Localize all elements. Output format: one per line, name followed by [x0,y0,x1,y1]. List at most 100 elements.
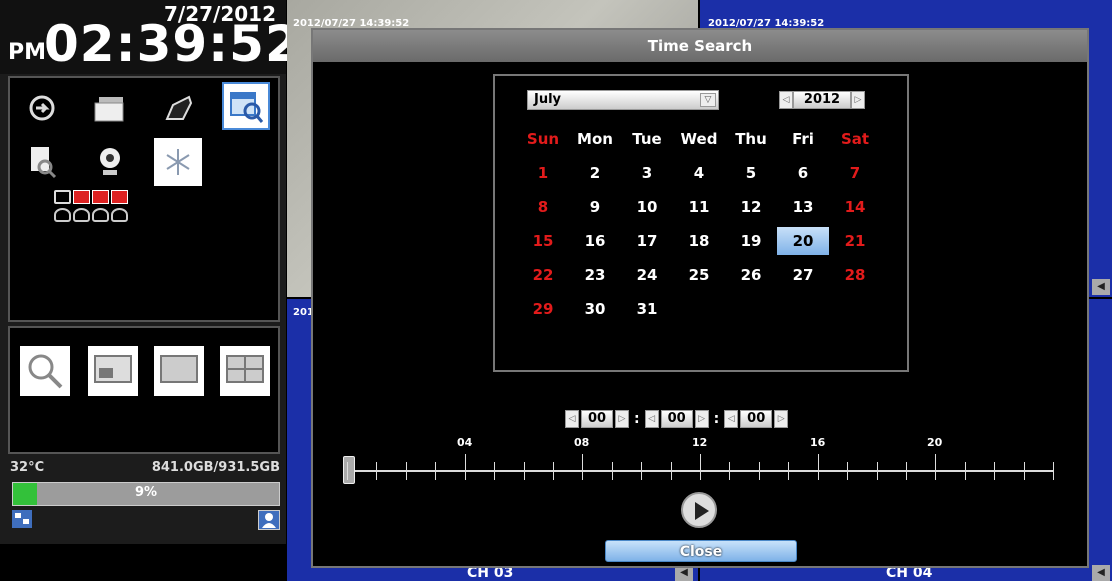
speaker-icon[interactable]: ◀ [1092,279,1110,295]
second-value[interactable]: 00 [740,410,773,428]
year-next-button[interactable]: ▷ [851,91,865,109]
dialog-title: Time Search [313,30,1087,62]
disk-usage-readout: 841.0GB/931.5GB [151,460,280,475]
monitor-status-icon [54,190,71,204]
timeline-slider[interactable]: 04 08 12 16 20 [343,436,1054,486]
calendar-day[interactable]: 28 [829,266,881,284]
timeline-tick [524,462,525,480]
timeline-tick [641,462,642,480]
camera-status-row [54,208,128,222]
hour-value[interactable]: 00 [581,410,613,428]
calendar-day[interactable]: 25 [673,266,725,284]
calendar-day[interactable]: 16 [569,232,621,250]
calendar-day[interactable]: 26 [725,266,777,284]
minute-next-button[interactable]: ▷ [694,410,709,428]
month-select[interactable]: July ▽ [527,90,719,110]
minute-prev-button[interactable]: ◁ [644,410,659,428]
timeline-tick [759,462,760,480]
calendar-day[interactable]: 12 [725,198,777,216]
time-search-dialog: Time Search July ▽ ◁ 2012 ▷ Sun Mon Tue Wed… [311,28,1089,568]
calendar-day[interactable]: 23 [569,266,621,284]
second-next-button[interactable]: ▷ [774,410,789,428]
timeline-handle[interactable] [343,456,355,484]
calendar-day[interactable]: 7 [829,164,881,182]
calendar-day[interactable]: 4 [673,164,725,182]
calendar-day[interactable]: 19 [725,232,777,250]
event-search-icon[interactable] [18,138,66,186]
minute-value[interactable]: 00 [660,410,693,428]
calendar-day[interactable]: 6 [777,164,829,182]
zoom-search-icon[interactable] [20,346,70,396]
calendar-day[interactable]: 8 [517,198,569,216]
calendar-day[interactable]: 13 [777,198,829,216]
calendar-day[interactable]: 17 [621,232,673,250]
timeline-tick [376,462,377,480]
timeline-tick [788,462,789,480]
quad-layout-icon[interactable] [220,346,270,396]
calendar-grid: Sun Mon Tue Wed Thu Fri Sat 1 2 3 4 5 6 7 8 9 10 11 12 13 14… [517,122,893,326]
network-icon[interactable] [12,510,32,528]
calendar-day[interactable]: 11 [673,198,725,216]
camera-status-icon [111,208,128,222]
calendar-day[interactable]: 10 [621,198,673,216]
disk-usage-percent: 9% [134,485,158,500]
calendar-day[interactable]: 22 [517,266,569,284]
weekday-header: Sat [840,130,870,148]
calendar-day[interactable]: 27 [777,266,829,284]
clock-time: 02:39:52 [44,15,301,73]
calendar-day[interactable]: 5 [725,164,777,182]
camera-icon[interactable] [86,138,134,186]
timeline-tick [671,462,672,480]
user-icon[interactable] [258,510,280,530]
weekday-header: Wed [680,130,718,148]
pip-layout-icon[interactable] [88,346,138,396]
weekday-header: Mon [577,130,613,148]
calendar-day[interactable]: 29 [517,300,569,318]
play-button[interactable] [681,492,717,528]
calendar-day[interactable]: 24 [621,266,673,284]
freeze-snowflake-icon[interactable] [154,138,202,186]
folder-icon[interactable] [86,84,134,132]
calendar-day[interactable]: 30 [569,300,621,318]
timeline-tick [1053,462,1054,480]
calendar-day[interactable]: 21 [829,232,881,250]
single-layout-icon[interactable] [154,346,204,396]
hand-control-icon[interactable] [154,84,202,132]
year-prev-button[interactable]: ◁ [779,91,793,109]
camera-status-icon [92,208,109,222]
time-search-calendar-icon[interactable] [222,82,270,130]
calendar-day[interactable]: 3 [621,164,673,182]
playback-icon[interactable] [18,84,66,132]
timeline-tick [465,454,466,480]
weekday-header: Thu [735,130,767,148]
timeline-hour-label: 04 [457,436,473,449]
timeline-hour-label: 12 [692,436,708,449]
function-icon-panel [8,76,280,322]
calendar-day[interactable]: 20 [777,227,829,255]
calendar-day[interactable]: 1 [517,164,569,182]
hour-prev-button[interactable]: ◁ [565,410,579,428]
timeline-tick [347,462,348,480]
calendar-week-row: 8 9 10 11 12 13 14 [517,190,893,224]
view-layout-panel [8,326,280,454]
clock-ampm: PM [8,40,47,65]
alarm-status-icon [73,190,90,204]
hour-next-button[interactable]: ▷ [615,410,629,428]
calendar-day[interactable]: 31 [621,300,673,318]
second-prev-button[interactable]: ◁ [724,410,739,428]
close-button[interactable]: Close [605,540,797,562]
calendar-day[interactable]: 14 [829,198,881,216]
clock-area: 7/27/2012 PM 02:39:52 [0,0,300,74]
calendar-day[interactable]: 2 [569,164,621,182]
calendar-day[interactable]: 18 [673,232,725,250]
year-spinner: ◁ 2012 ▷ [779,90,877,110]
timeline-tick [582,454,583,480]
time-separator: : [713,411,720,427]
calendar-day[interactable]: 15 [517,232,569,250]
calendar-day[interactable]: 9 [569,198,621,216]
timeline-tick [494,462,495,480]
calendar-week-row: 15 16 17 18 19 20 21 [517,224,893,258]
chevron-down-icon[interactable]: ▽ [700,93,716,107]
timeline-tick [729,462,730,480]
speaker-icon[interactable]: ◀ [1092,565,1110,581]
